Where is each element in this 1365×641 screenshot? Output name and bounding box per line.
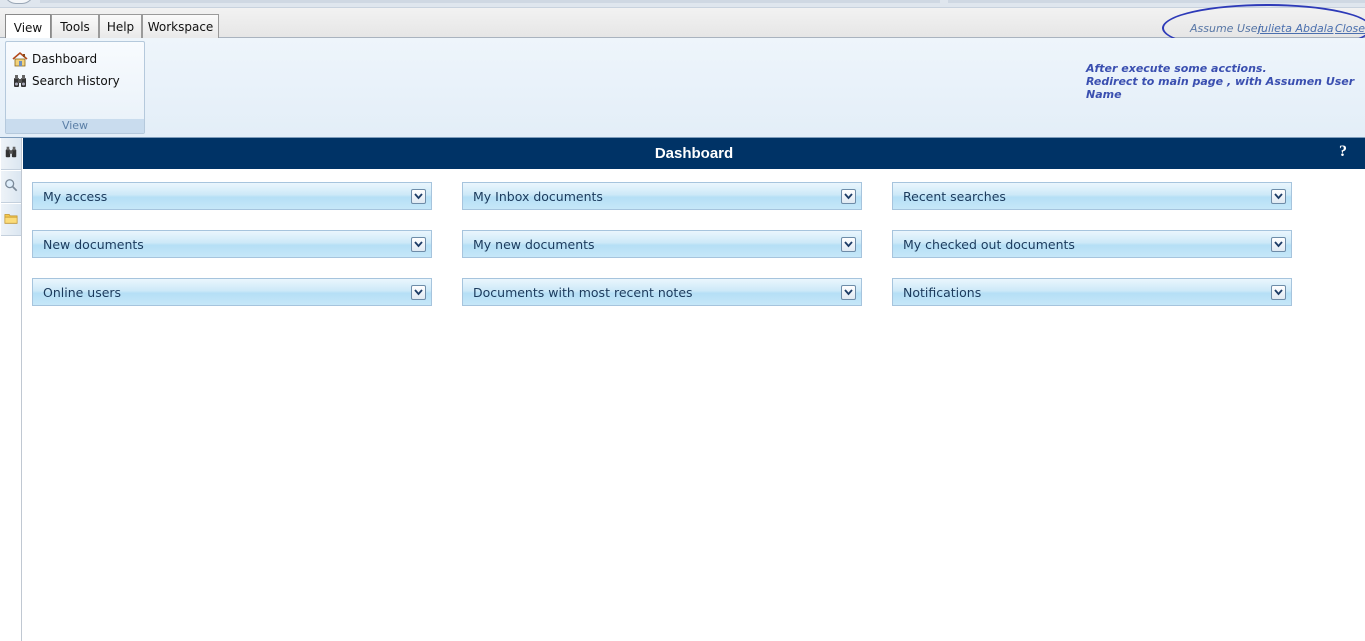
chevron-down-icon[interactable] — [411, 285, 426, 300]
panel-title: Online users — [43, 284, 122, 300]
panel-recent-searches[interactable]: Recent searches — [892, 182, 1292, 210]
note-line: After execute some acctions. — [1086, 62, 1267, 75]
chevron-down-icon[interactable] — [1271, 285, 1286, 300]
panel-notifications[interactable]: Notifications — [892, 278, 1292, 306]
panel-new-documents[interactable]: New documents — [32, 230, 432, 258]
panel-title: New documents — [43, 236, 144, 252]
tab-tools[interactable]: Tools — [51, 14, 99, 39]
ribbon-item-search-history[interactable]: Search History — [12, 72, 120, 90]
note-line: Name — [1086, 88, 1122, 101]
panel-title: My new documents — [473, 236, 595, 252]
binoculars-icon — [4, 144, 18, 163]
strip-segment — [40, 0, 940, 3]
browser-top-strip — [0, 0, 1365, 8]
ribbon-group-view: Dashboard Search History View — [5, 41, 145, 134]
panel-title: Recent searches — [903, 188, 1006, 204]
chevron-down-icon[interactable] — [1271, 237, 1286, 252]
panel-title: My access — [43, 188, 108, 204]
home-icon — [12, 51, 28, 67]
annotation-note: After execute some acctions. Redirect to… — [1086, 62, 1355, 101]
chevron-down-icon[interactable] — [841, 237, 856, 252]
folder-icon — [4, 210, 18, 229]
browser-button[interactable] — [4, 0, 34, 4]
panel-documents-recent-notes[interactable]: Documents with most recent notes — [462, 278, 862, 306]
help-icon[interactable]: ? — [1339, 143, 1355, 161]
ribbon-item-label: Search History — [32, 74, 120, 88]
menu-tab-bar: View Tools Help Workspace Assume User ju… — [0, 8, 1365, 40]
tab-workspace[interactable]: Workspace — [142, 14, 219, 39]
close-assume-link[interactable]: Close — [1335, 22, 1365, 35]
panel-title: Notifications — [903, 284, 982, 300]
left-toolbar — [0, 138, 22, 641]
ribbon-group-label: View — [6, 119, 144, 133]
tab-help[interactable]: Help — [99, 14, 142, 39]
panel-title: My Inbox documents — [473, 188, 603, 204]
panel-title: My checked out documents — [903, 236, 1075, 252]
ribbon: Dashboard Search History View After exec… — [0, 38, 1365, 138]
dashboard-header: Dashboard ? — [23, 138, 1365, 169]
chevron-down-icon[interactable] — [841, 285, 856, 300]
page-title: Dashboard — [654, 145, 734, 162]
panel-my-access[interactable]: My access — [32, 182, 432, 210]
chevron-down-icon[interactable] — [1271, 189, 1286, 204]
leftbar-search-button[interactable] — [1, 171, 21, 203]
assume-user-label: Assume User — [1190, 22, 1263, 35]
ribbon-item-label: Dashboard — [32, 52, 98, 66]
strip-segment — [948, 0, 1365, 3]
search-icon — [4, 177, 18, 196]
assumed-user-link[interactable]: julieta Abdala — [1258, 22, 1334, 35]
binoculars-icon — [12, 73, 28, 89]
panel-my-new-documents[interactable]: My new documents — [462, 230, 862, 258]
note-line: Redirect to main page , with Assumen Use… — [1086, 75, 1355, 88]
panel-my-inbox-documents[interactable]: My Inbox documents — [462, 182, 862, 210]
chevron-down-icon[interactable] — [841, 189, 856, 204]
panel-my-checked-out-documents[interactable]: My checked out documents — [892, 230, 1292, 258]
leftbar-folder-button[interactable] — [1, 204, 21, 236]
chevron-down-icon[interactable] — [411, 189, 426, 204]
ribbon-item-dashboard[interactable]: Dashboard — [12, 50, 97, 68]
leftbar-search-history-button[interactable] — [1, 138, 21, 170]
panel-online-users[interactable]: Online users — [32, 278, 432, 306]
tab-view[interactable]: View — [5, 14, 51, 40]
panel-title: Documents with most recent notes — [473, 284, 693, 300]
chevron-down-icon[interactable] — [411, 237, 426, 252]
